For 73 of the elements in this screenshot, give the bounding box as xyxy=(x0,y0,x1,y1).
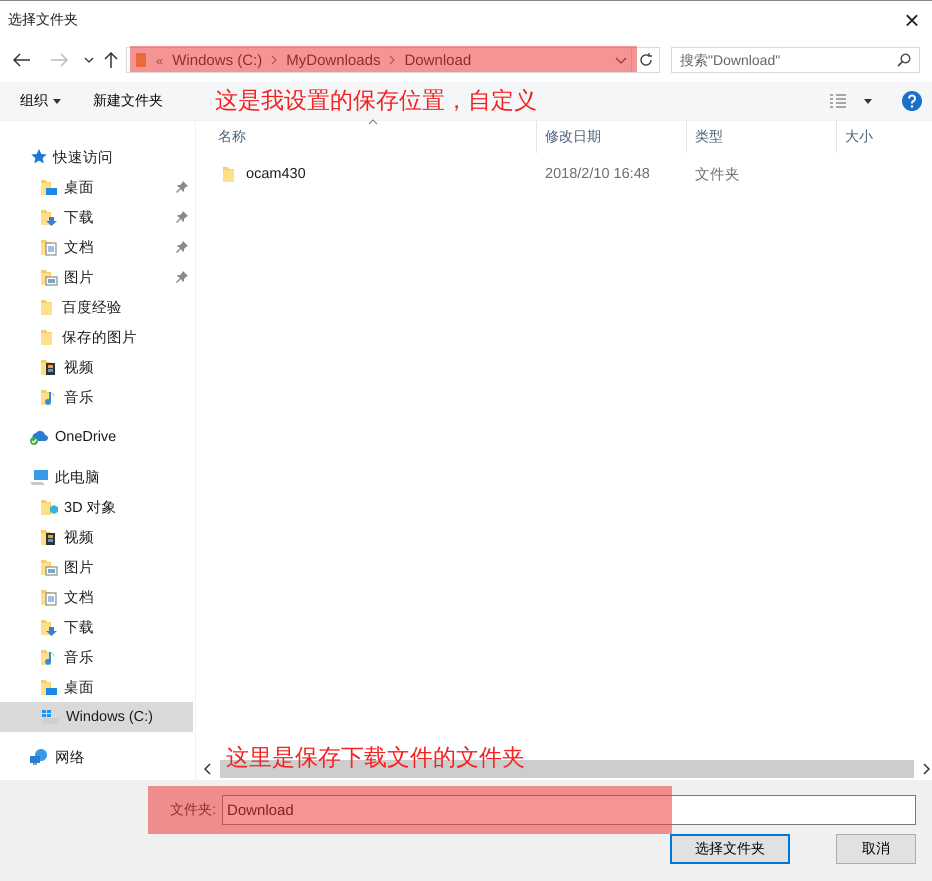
sidebar-item[interactable]: 文档 xyxy=(0,232,193,262)
search-field[interactable]: 搜索"Download" xyxy=(671,47,920,73)
annotation-text: 这里是保存下载文件的文件夹 xyxy=(226,743,525,772)
desktop-folder-icon xyxy=(40,678,58,696)
sidebar-item[interactable]: 桌面 xyxy=(0,172,193,202)
sidebar-item[interactable]: 快速访问 xyxy=(0,142,193,172)
star-icon xyxy=(29,148,47,166)
column-header[interactable]: 名称 xyxy=(196,121,537,153)
scroll-right-icon[interactable] xyxy=(922,763,930,775)
search-icon xyxy=(897,53,911,67)
column-header[interactable]: 类型 xyxy=(687,121,837,153)
close-button[interactable]: × xyxy=(892,1,932,38)
file-name[interactable]: ocam430 xyxy=(246,166,306,182)
sidebar-item[interactable]: 下载 xyxy=(0,202,193,232)
folder-name-field[interactable]: Download xyxy=(222,795,916,825)
chevron-right-icon xyxy=(389,55,396,65)
desktop-folder-icon xyxy=(40,178,58,196)
caret-down-icon xyxy=(53,98,61,104)
caret-down-icon[interactable] xyxy=(864,98,872,104)
organize-menu-button[interactable]: 组织 xyxy=(12,88,69,114)
chevron-down-icon[interactable] xyxy=(84,57,94,63)
refresh-button[interactable] xyxy=(632,47,660,73)
new-folder-button[interactable]: 新建文件夹 xyxy=(85,88,171,114)
annotation-text: 这是我设置的保存位置，自定义 xyxy=(215,86,537,115)
back-arrow-icon[interactable] xyxy=(13,53,31,67)
refresh-icon xyxy=(638,52,654,68)
breadcrumb[interactable]: MyDownloads xyxy=(286,52,380,68)
computer-icon xyxy=(29,468,49,486)
window-title: 选择文件夹 xyxy=(8,10,78,28)
cancel-button[interactable]: 取消 xyxy=(836,834,916,864)
sidebar-item[interactable]: 音乐 xyxy=(0,382,193,412)
sidebar-item[interactable]: 文档 xyxy=(0,582,193,612)
scroll-left-icon[interactable] xyxy=(204,763,212,775)
sidebar-item[interactable]: 下载 xyxy=(0,612,193,642)
sidebar-item[interactable]: Windows (C:) xyxy=(0,702,193,732)
document-folder-icon xyxy=(40,238,58,256)
picture-folder-icon xyxy=(40,558,58,576)
sidebar-item[interactable]: 保存的图片 xyxy=(0,322,193,352)
modified-date: 2018/2/10 16:48 xyxy=(545,166,650,182)
chevron-right-icon xyxy=(271,55,278,65)
breadcrumb[interactable]: Download xyxy=(404,52,472,68)
drive-icon xyxy=(40,708,60,726)
folder-icon xyxy=(135,52,147,68)
sidebar-item[interactable]: OneDrive xyxy=(0,422,193,452)
sidebar-item[interactable]: 此电脑 xyxy=(0,462,193,492)
column-header[interactable]: 修改日期 xyxy=(537,121,687,153)
folder-label: 文件夹: xyxy=(170,801,216,819)
column-header[interactable]: 大小 xyxy=(837,121,873,153)
sidebar-item[interactable]: 桌面 xyxy=(0,672,193,702)
sidebar-item[interactable]: 视频 xyxy=(0,522,193,552)
view-options-icon[interactable] xyxy=(829,94,847,108)
film-folder-icon xyxy=(40,528,58,546)
cloud-icon xyxy=(29,428,49,446)
sidebar-item[interactable]: 图片 xyxy=(0,552,193,582)
select-folder-button[interactable]: 选择文件夹 xyxy=(670,834,790,864)
sidebar-item[interactable]: 3D 对象 xyxy=(0,492,193,522)
up-arrow-icon[interactable] xyxy=(104,51,118,69)
picture-folder-icon xyxy=(40,268,58,286)
download-folder-icon xyxy=(40,618,58,636)
network-icon xyxy=(29,748,49,766)
download-folder-icon xyxy=(40,208,58,226)
sidebar-item[interactable]: 百度经验 xyxy=(0,292,193,322)
sidebar-item[interactable]: 视频 xyxy=(0,352,193,382)
address-bar[interactable]: « Windows (C:) MyDownloads Download xyxy=(126,47,632,73)
sidebar-item[interactable]: 音乐 xyxy=(0,642,193,672)
help-icon[interactable] xyxy=(902,91,922,111)
film-folder-icon xyxy=(40,358,58,376)
cube-folder-icon xyxy=(40,498,58,516)
file-type: 文件夹 xyxy=(695,166,740,184)
document-folder-icon xyxy=(40,588,58,606)
sidebar-item[interactable]: 网络 xyxy=(0,742,193,772)
breadcrumb[interactable]: Windows (C:) xyxy=(172,52,262,68)
sidebar-item[interactable]: 图片 xyxy=(0,262,193,292)
